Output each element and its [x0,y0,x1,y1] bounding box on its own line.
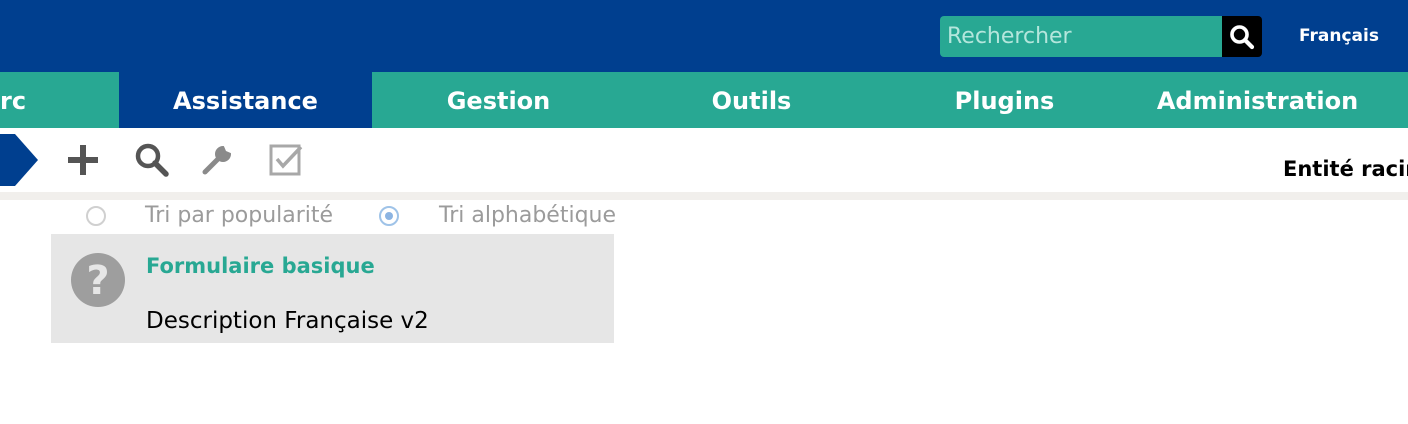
top-bar: Français [0,0,1408,72]
search-tool-button[interactable] [134,142,170,178]
menu-item-outils[interactable]: Outils [625,72,878,128]
menu-item-label: Assistance [173,87,318,115]
toolbar [0,128,1408,192]
menu-item-label: Gestion [446,87,551,115]
search-button[interactable] [1222,16,1262,57]
wrench-icon [202,144,233,175]
entity-label[interactable]: Entité racin [1283,157,1408,181]
search-icon [1230,24,1255,49]
validation-button[interactable] [268,142,304,178]
help-icon: ? [71,253,125,307]
menu-item-administration[interactable]: Administration [1131,72,1384,128]
add-icon [68,145,98,175]
form-card[interactable]: ? Formulaire basique Description Françai… [51,234,614,343]
sort-alphabetical-label[interactable]: Tri alphabétique [439,203,616,228]
sort-popularity-radio[interactable] [86,206,106,226]
form-title[interactable]: Formulaire basique [146,254,375,278]
menu-item-parc[interactable]: rc [0,72,119,128]
menu-item-label: Administration [1156,87,1359,115]
menu-item-assistance[interactable]: Assistance [119,72,372,128]
sort-alphabetical-radio[interactable] [379,206,399,226]
menu-item-label: Plugins [954,87,1055,115]
menu-item-label: rc [0,87,27,115]
divider [0,192,1408,200]
search-box [940,16,1262,57]
breadcrumb-arrow[interactable] [0,134,40,186]
search-icon [135,143,169,177]
menu-item-label: Outils [711,87,792,115]
checkbox-icon [269,144,303,176]
main-menu: rc Assistance Gestion Outils Plugins Adm… [0,72,1408,128]
add-button[interactable] [65,142,101,178]
language-selector[interactable]: Français [1299,25,1379,47]
form-description: Description Française v2 [146,308,429,334]
search-input[interactable] [940,16,1222,57]
menu-item-gestion[interactable]: Gestion [372,72,625,128]
sort-popularity-label[interactable]: Tri par popularité [145,203,333,228]
settings-button[interactable] [199,142,235,178]
menu-item-plugins[interactable]: Plugins [878,72,1131,128]
